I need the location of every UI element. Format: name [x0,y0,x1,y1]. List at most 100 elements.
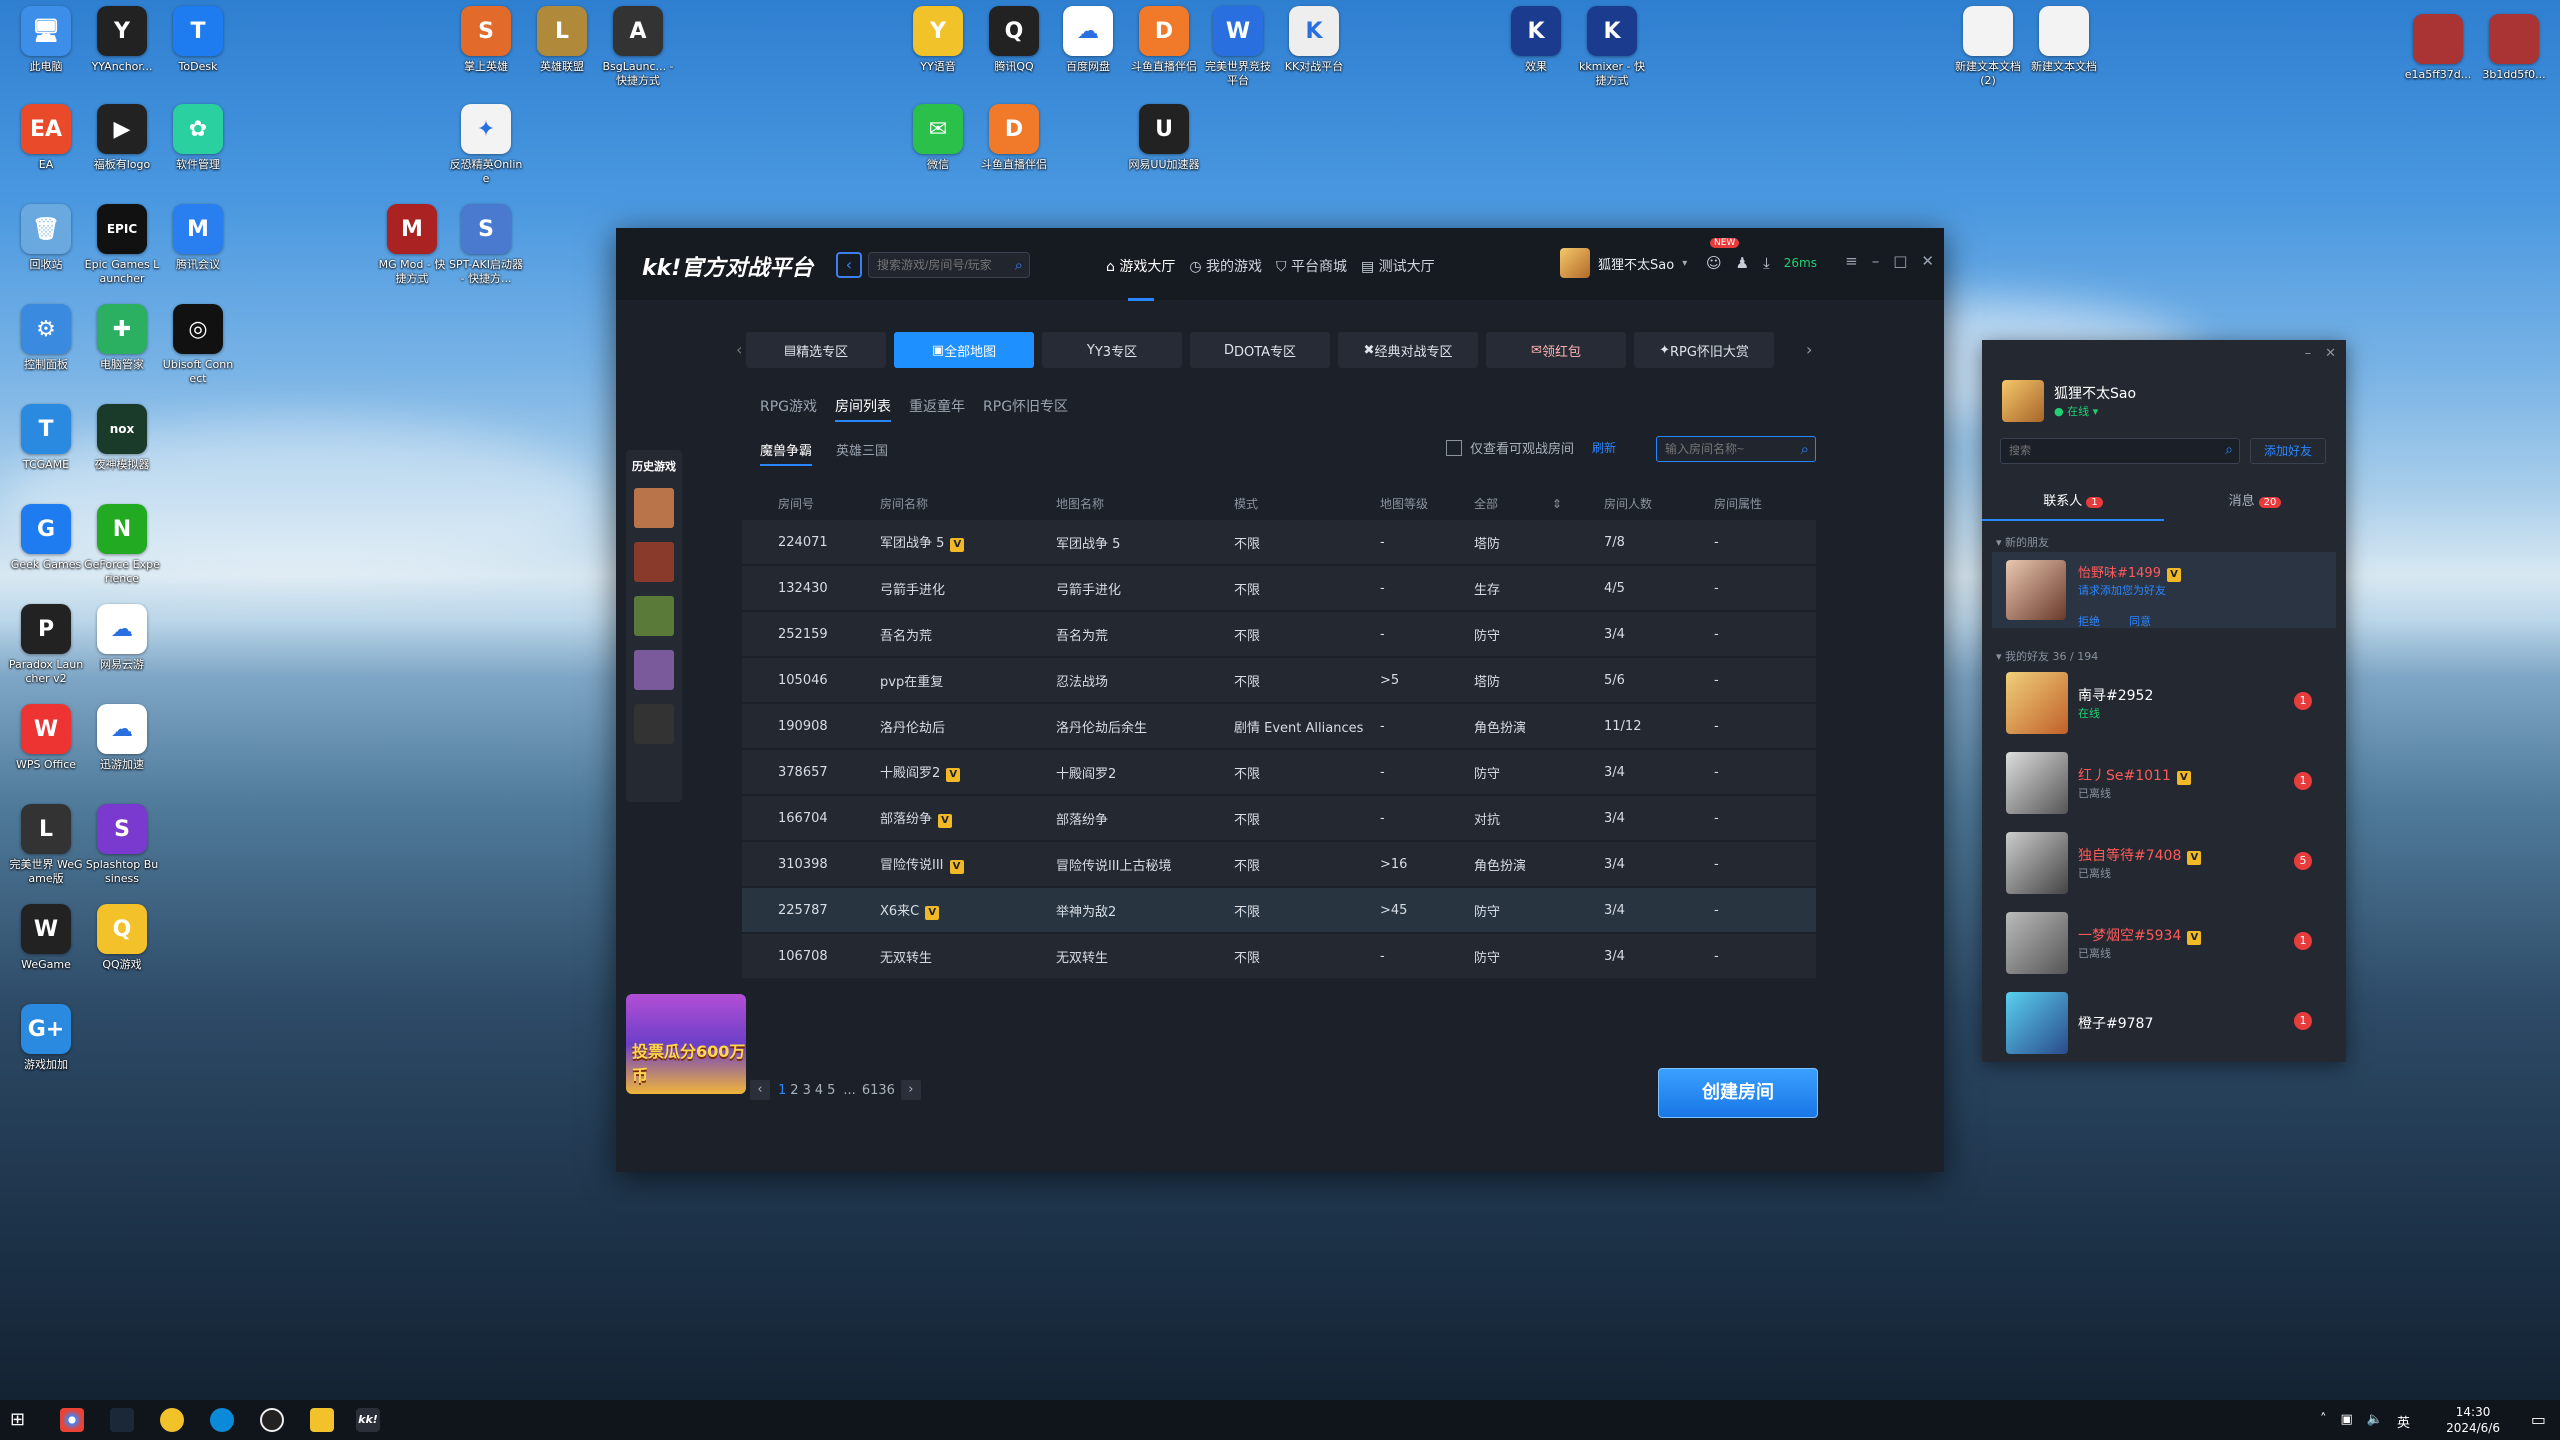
history-game-thumb[interactable] [634,704,674,744]
history-game-thumb[interactable] [634,650,674,690]
table-row[interactable]: 378657 十殿阎罗2 V 十殿阎罗2 不限 - 防守 3/4 - [742,748,1816,794]
game-search-box[interactable]: ⌕ [868,252,1030,278]
avatar[interactable] [2006,832,2068,894]
yy-voice-icon[interactable] [310,1408,334,1432]
desktop-icon[interactable]: K 效果 [1498,6,1574,74]
desktop-icon[interactable]: 3b1dd5f0... [2476,14,2552,82]
desktop-icon[interactable]: G+ 游戏加加 [8,1004,84,1072]
desktop-icon[interactable]: ◎ Ubisoft Connect [160,304,236,386]
table-row[interactable]: 225787 X6来C V 举神为敌2 不限 >45 防守 3/4 - [742,886,1816,932]
room-search-input[interactable] [1657,437,1785,461]
desktop-icon[interactable]: M 腾讯会议 [160,204,236,272]
maximize-icon[interactable]: □ [1893,252,1907,270]
friend-search-input[interactable] [2001,439,2201,463]
table-row[interactable]: 224071 军团战争 5 V 军团战争 5 不限 - 塔防 7/8 - [742,518,1816,564]
desktop-icon[interactable]: D 斗鱼直播伴侣 [1126,6,1202,74]
nav-shop[interactable]: ⛉ 平台商城 [1276,256,1347,301]
steam-icon[interactable] [110,1408,134,1432]
desktop-icon[interactable]: A BsgLaunc... - 快捷方式 [600,6,676,88]
desktop-icon[interactable]: ✦ 反恐精英Online [448,104,524,186]
nav-test-hall[interactable]: ▤ 测试大厅 [1361,256,1435,301]
nav-my-games[interactable]: ◷ 我的游戏 [1189,256,1262,301]
chevron-up-icon[interactable]: ˄ [2320,1412,2327,1431]
tab-classic[interactable]: ✖ 经典对战专区 [1338,332,1478,368]
page-last[interactable]: 6136 [862,1083,895,1098]
desktop-icon[interactable]: K KK对战平台 [1276,6,1352,74]
menu-icon[interactable]: ≡ [1845,252,1858,270]
ime-indicator[interactable]: 英 [2397,1412,2410,1431]
desktop-icon[interactable]: ▶ 福板有logo [84,104,160,172]
desktop-icon[interactable]: nox 夜神模拟器 [84,404,160,472]
avatar[interactable] [2006,560,2066,620]
page-number[interactable]: 2 [790,1083,798,1098]
avatar[interactable] [2006,992,2068,1054]
avatar[interactable] [1560,248,1590,278]
desktop-icon[interactable]: 🖥 此电脑 [8,6,84,74]
panel-user-status[interactable]: ● 在线 ▾ [2054,403,2136,419]
edge-icon[interactable] [210,1408,234,1432]
accept-button[interactable]: 同意 [2129,613,2151,629]
table-row[interactable]: 132430 弓箭手进化 弓箭手进化 不限 - 生存 4/5 - [742,564,1816,610]
tab-three-kingdoms[interactable]: 英雄三国 [836,440,888,466]
desktop-icon[interactable]: T ToDesk [160,6,236,74]
avatar[interactable] [2006,752,2068,814]
friend-item[interactable]: 红丿Se#1011 V 已离线 1 [2006,748,2326,818]
desktop-icon[interactable]: ☁ 百度网盘 [1050,6,1126,74]
next-page-icon[interactable]: › [900,1080,921,1100]
reject-button[interactable]: 拒绝 [2078,613,2100,629]
nav-game-hall[interactable]: ⌂ 游戏大厅 [1106,256,1175,301]
desktop-icon[interactable]: L 英雄联盟 [524,6,600,74]
clock[interactable]: 14:30 2024/6/6 [2446,1404,2500,1436]
desktop-icon[interactable]: 新建文本文档 (2) [1950,6,2026,88]
history-game-thumb[interactable] [634,596,674,636]
desktop-icon[interactable]: T TCGAME [8,404,84,472]
my-friends-section[interactable]: ▾ 我的好友 36 / 194 [1996,648,2098,664]
desktop-icon[interactable]: ✿ 软件管理 [160,104,236,172]
start-icon[interactable]: ⊞ [10,1408,34,1432]
game-search-input[interactable] [869,253,999,277]
search-icon[interactable]: ⌕ [1015,256,1023,274]
table-row[interactable]: 190908 洛丹伦劫后 洛丹伦劫后余生 剧情 Event Alliances - 角色扮… [742,702,1816,748]
tab-contacts[interactable]: 联系人 1 [1982,490,2164,521]
chevron-right-icon[interactable]: › [1806,340,1812,359]
tab-rpg-games[interactable]: RPG游戏 [760,396,817,422]
chevron-left-icon[interactable]: ‹ [736,340,742,359]
close-icon[interactable]: ✕ [2325,346,2336,361]
chevron-down-icon[interactable]: ▾ [1682,258,1687,269]
page-number[interactable]: 3 [803,1083,811,1098]
tab-all-maps[interactable]: ▣ 全部地图 [894,332,1034,368]
table-row[interactable]: 106708 无双转生 无双转生 不限 - 防守 3/4 - [742,932,1816,978]
desktop-icon[interactable]: e1a5ff37d... [2400,14,2476,82]
desktop-icon[interactable]: P Paradox Launcher v2 [8,604,84,686]
desktop-icon[interactable]: S Splashtop Business [84,804,160,886]
desktop-icon[interactable]: EA EA [8,104,84,172]
page-number[interactable]: 5 [827,1083,835,1098]
tab-warcraft[interactable]: 魔兽争霸 [760,440,813,466]
yy-icon[interactable] [160,1408,184,1432]
download-icon[interactable]: ⤓ [1763,254,1770,272]
prev-page-icon[interactable]: ‹ [750,1080,770,1100]
desktop-icon[interactable]: W WPS Office [8,704,84,772]
network-icon[interactable]: ▣ [2341,1412,2353,1431]
table-row[interactable]: 166704 部落纷争 V 部落纷争 不限 - 对抗 3/4 - [742,794,1816,840]
tab-room-list[interactable]: 房间列表 [835,396,892,422]
volume-icon[interactable]: 🔈 [2367,1412,2383,1431]
spectate-only-checkbox[interactable] [1446,439,1462,456]
close-icon[interactable]: ✕ [1921,252,1934,270]
history-game-thumb[interactable] [634,488,674,528]
desktop-icon[interactable]: Y YY语音 [900,6,976,74]
tab-y3[interactable]: Y Y3专区 [1042,332,1182,368]
desktop-icon[interactable]: U 网易UU加速器 [1126,104,1202,172]
user-profile[interactable]: 狐狸不太Sao ▾ [1560,248,1687,278]
desktop-icon[interactable]: 🗑 回收站 [8,204,84,272]
back-icon[interactable]: ‹ [836,252,862,278]
desktop-icon[interactable]: Q 腾讯QQ [976,6,1052,74]
room-search-box[interactable]: ⌕ [1656,436,1816,462]
desktop-icon[interactable]: ✚ 电脑管家 [84,304,160,372]
desktop-icon[interactable]: M MG Mod - 快捷方式 [374,204,450,286]
tab-dota[interactable]: D DOTA专区 [1190,332,1330,368]
table-row[interactable]: 310398 冒险传说III V 冒险传说III上古秘境 不限 >16 角色扮演 3/4 - [742,840,1816,886]
avatar[interactable] [2006,672,2068,734]
desktop-icon[interactable]: G Geek Games [8,504,84,572]
friend-item[interactable]: 南寻#2952 在线 1 [2006,668,2326,738]
